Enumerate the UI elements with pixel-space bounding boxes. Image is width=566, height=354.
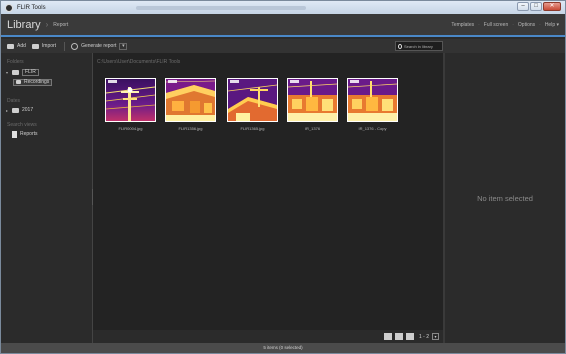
list-view-icon[interactable]: [383, 333, 392, 340]
header-dot: ·: [478, 22, 480, 28]
title-bar: FLIR Tools – □ ✕: [1, 1, 565, 14]
zoom-dropdown[interactable]: ▾: [432, 333, 439, 340]
search-input[interactable]: [404, 43, 442, 49]
document-icon: [12, 130, 17, 138]
sidebar-item-label: 2017: [22, 107, 34, 113]
generate-report-dropdown[interactable]: ▾: [119, 42, 128, 50]
folder-icon: [12, 69, 19, 75]
thumbnail-caption: IR_1376: [304, 126, 321, 131]
sidebar-item-label: Reports: [20, 131, 38, 137]
library-title[interactable]: Library: [7, 19, 41, 31]
library-grid: C:\Users\User\Documents\FLIR Tools FLIR0…: [93, 53, 443, 330]
window-controls: – □ ✕: [517, 2, 561, 11]
maximize-button[interactable]: □: [530, 2, 542, 11]
library-search[interactable]: [395, 41, 443, 51]
add-button[interactable]: Add: [7, 43, 26, 49]
thermal-image: [105, 78, 156, 122]
header-separator: ›: [45, 20, 49, 29]
search-icon: [398, 43, 402, 49]
grid-view-icon[interactable]: [394, 333, 403, 340]
help-menu[interactable]: Help ▾: [545, 22, 559, 28]
options-link[interactable]: Options: [518, 22, 535, 28]
thermal-image: [287, 78, 338, 122]
app-window: FLIR Tools – □ ✕ Library › Report Templa…: [0, 0, 566, 354]
app-header: Library › Report Templates · Full screen…: [1, 14, 565, 37]
thumbnail-caption: FLIR0004.jpg: [118, 126, 143, 131]
sidebar-item-recordings[interactable]: Recordings: [13, 78, 92, 86]
folder-add-icon: [7, 43, 14, 49]
view-options-bar: 1 - 2 ▾: [93, 330, 443, 343]
zoom-level: 1 - 2: [418, 333, 429, 340]
sidebar-item-label: FLIR: [22, 68, 39, 76]
sidebar-item-label: Recordings: [24, 78, 50, 85]
no-selection-message: No item selected: [477, 194, 533, 203]
minimize-button[interactable]: –: [517, 2, 529, 11]
sidebar: Folders ▾ FLIR Recordings Dates ▸ 2017 S…: [1, 53, 93, 343]
thumbnail-caption: FLIR1365.jpg: [240, 126, 265, 131]
camera-info-overlay: [290, 80, 299, 83]
folder-icon: [16, 80, 21, 84]
window-title: FLIR Tools: [17, 4, 46, 11]
camera-info-overlay: [230, 80, 239, 83]
details-panel: No item selected: [445, 53, 565, 343]
thermal-image: [347, 78, 398, 122]
search-views-heading: Search views: [7, 122, 37, 128]
recordings-selected: Recordings: [13, 78, 53, 86]
thumbnail-item[interactable]: FLIR0004.jpg: [105, 78, 156, 131]
report-link[interactable]: Report: [53, 22, 68, 28]
close-button[interactable]: ✕: [543, 2, 561, 11]
thumbnail-item[interactable]: FLIR1365.jpg: [227, 78, 278, 131]
title-bar-blurred-text: [135, 5, 306, 10]
toolbar-divider: [64, 41, 66, 51]
header-dot: ·: [539, 22, 541, 28]
camera-info-overlay: [168, 80, 177, 83]
fullscreen-link[interactable]: Full screen: [484, 22, 508, 28]
templates-link[interactable]: Templates: [451, 22, 474, 28]
sidebar-item-flir[interactable]: ▾ FLIR: [1, 68, 92, 76]
large-thumbnails-icon[interactable]: [405, 333, 414, 340]
camera-info-overlay: [350, 80, 359, 83]
thumbnail-item[interactable]: FLIR1356.jpg: [165, 78, 216, 131]
sidebar-item-2017[interactable]: ▸ 2017: [1, 106, 92, 114]
generate-report-button[interactable]: Generate report: [71, 42, 117, 50]
thermal-image: [227, 78, 278, 122]
thumbnail-caption: IR_1376 - Copy: [358, 126, 387, 131]
camera-import-icon: [31, 43, 39, 49]
thumbnail-item[interactable]: IR_1376 - Copy: [347, 78, 398, 131]
status-bar: 5 items (0 selected): [1, 343, 565, 353]
sidebar-item-reports[interactable]: Reports: [1, 130, 92, 138]
dates-heading: Dates: [7, 98, 21, 104]
thumbnail-item[interactable]: IR_1376: [287, 78, 338, 131]
header-dot: ·: [512, 22, 514, 28]
folder-path: C:\Users\User\Documents\FLIR Tools: [97, 59, 181, 65]
calendar-icon: [12, 107, 19, 113]
header-links: Templates · Full screen · Options · Help…: [451, 22, 559, 28]
import-label: Import: [41, 43, 57, 49]
import-button[interactable]: Import: [31, 43, 57, 49]
flir-app-icon: [5, 3, 13, 12]
generate-report-label: Generate report: [81, 43, 117, 49]
thumbnail-caption: FLIR1356.jpg: [178, 126, 203, 131]
folders-heading: Folders: [7, 59, 24, 65]
thermal-image: [165, 78, 216, 122]
add-label: Add: [17, 43, 26, 49]
report-icon: [71, 42, 79, 50]
toolbar: Add Import Generate report ▾: [1, 39, 565, 53]
camera-info-overlay: [108, 80, 117, 83]
